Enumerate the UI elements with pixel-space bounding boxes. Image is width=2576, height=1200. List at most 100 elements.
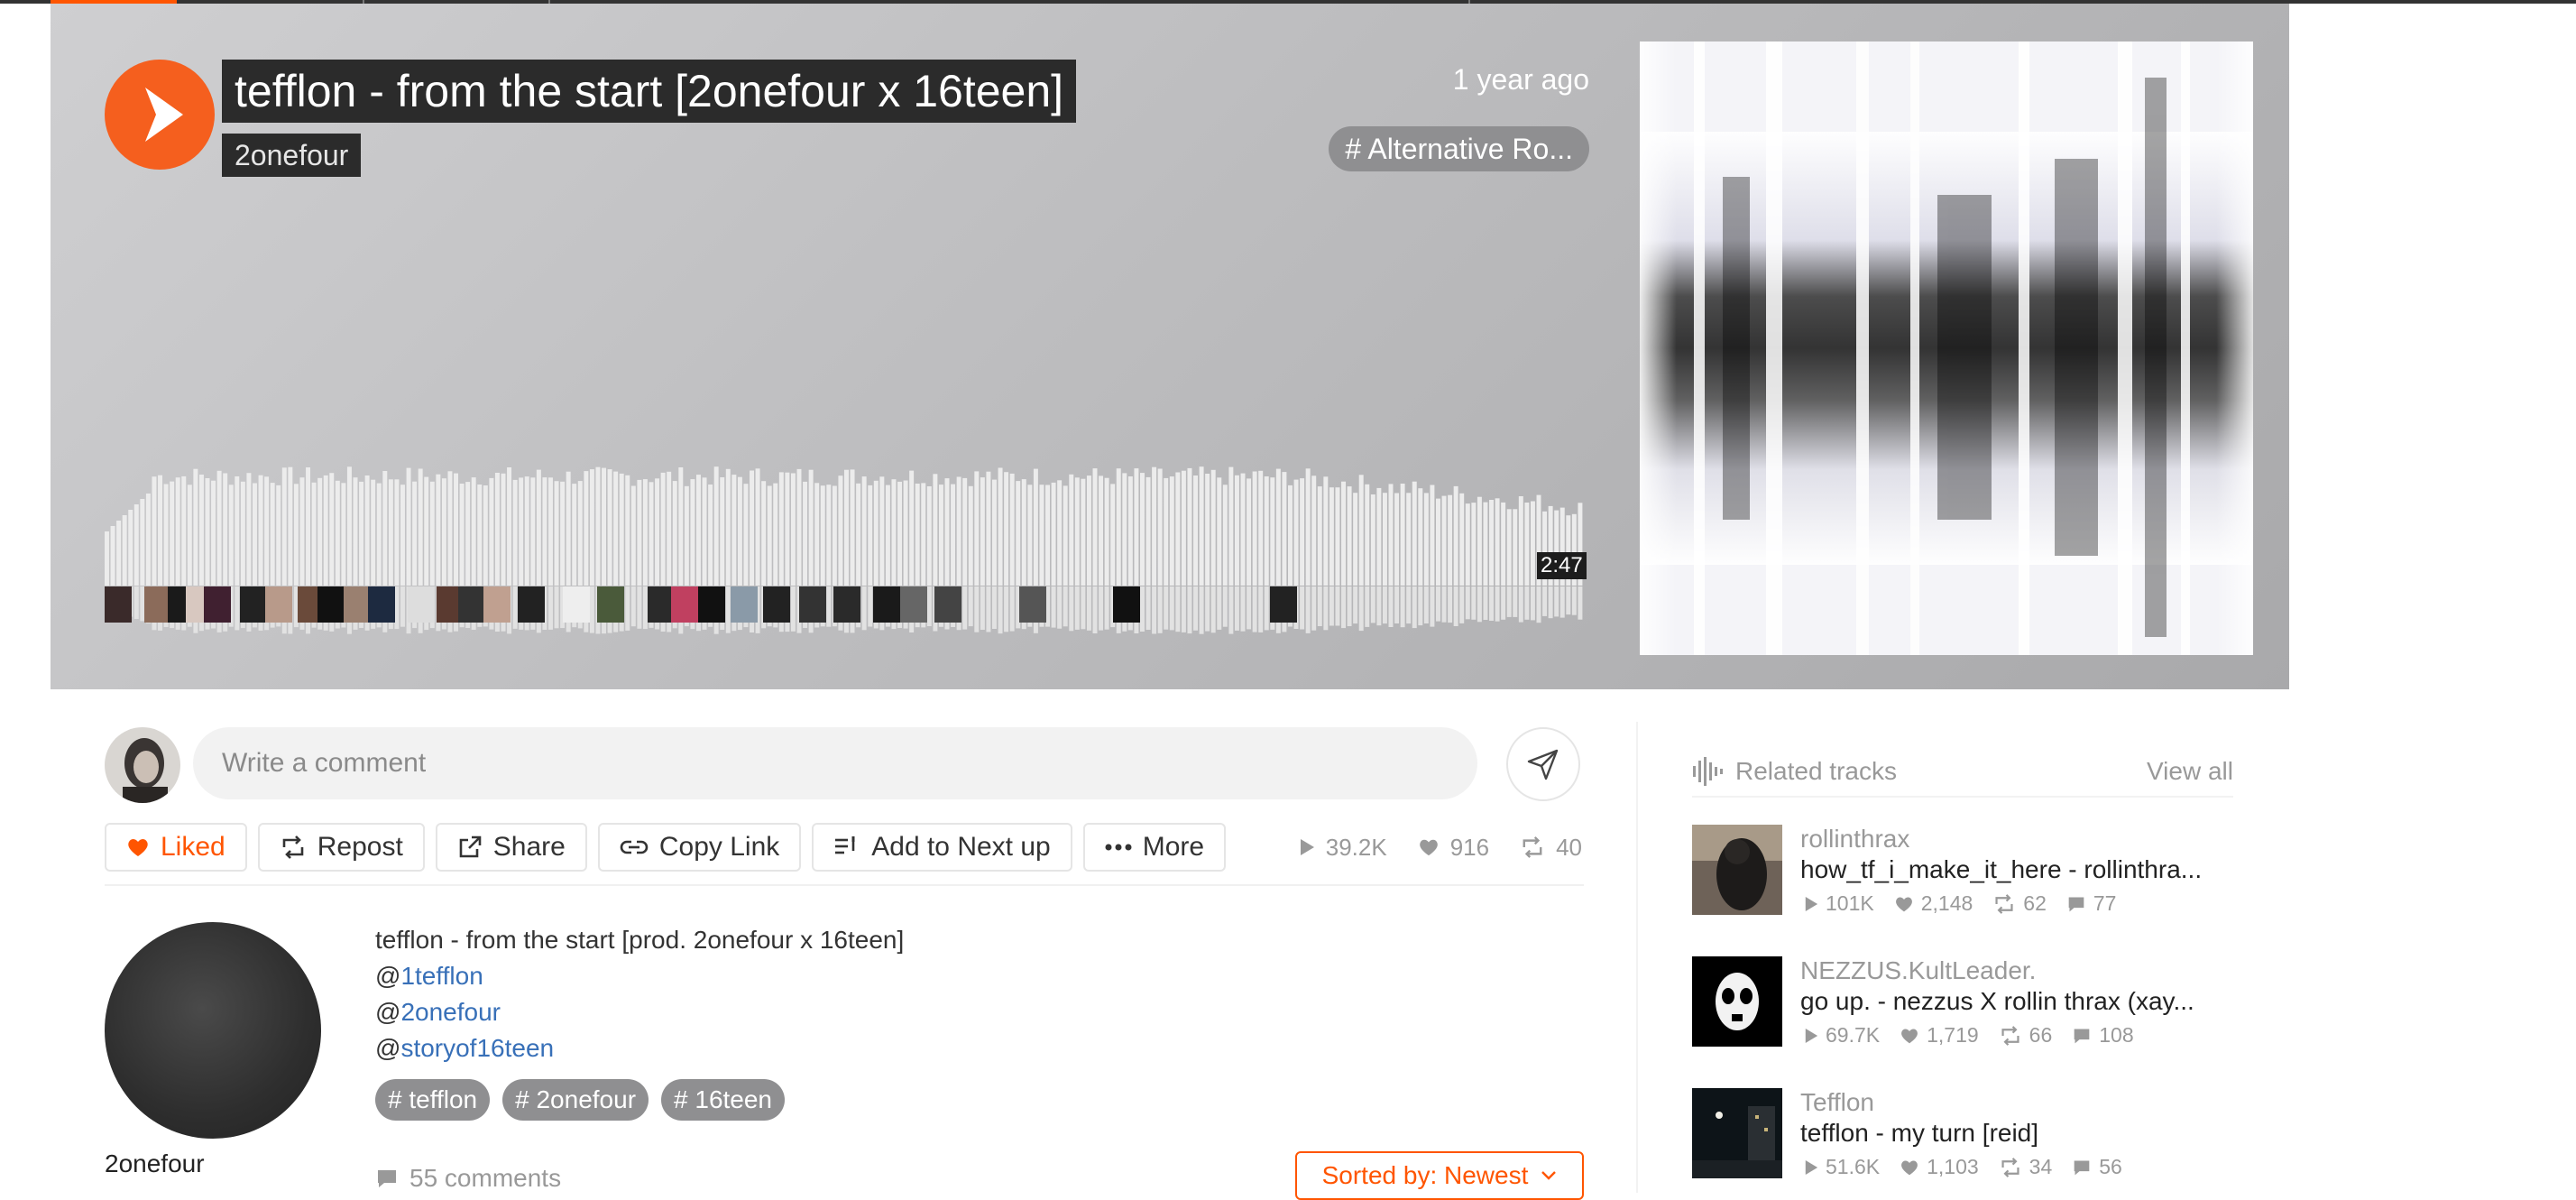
tag-16teen[interactable]: # 16teen: [661, 1079, 786, 1121]
likes-stat: 916: [1418, 834, 1489, 862]
heart-icon: [1419, 839, 1438, 856]
related-tracks-header: Related tracks View all: [1692, 747, 2233, 798]
track-title[interactable]: how_tf_i_make_it_here - rollinthra...: [1800, 855, 2202, 884]
related-track-item[interactable]: rollinthrax how_tf_i_make_it_here - roll…: [1692, 825, 2251, 924]
repost-icon: [282, 835, 304, 859]
heart-icon: [1901, 1029, 1918, 1043]
current-user-avatar[interactable]: [105, 727, 180, 803]
reposts-count: 40: [1556, 833, 1582, 861]
comments-count-label: 55 comments: [409, 1164, 562, 1192]
waveform-bars[interactable]: [105, 455, 1584, 635]
repost-button[interactable]: Repost: [257, 823, 425, 872]
comment-icon: [378, 1170, 396, 1187]
comments-value: 108: [2099, 1023, 2134, 1047]
play-icon: [145, 88, 183, 142]
comment-marker-avatar[interactable]: [763, 586, 790, 623]
track-stats: 101K 2,148 62 77: [1804, 891, 2116, 916]
mention-link-1tefflon[interactable]: 1tefflon: [400, 962, 483, 990]
comment-marker-avatar[interactable]: [934, 586, 961, 623]
heart-icon: [1901, 1160, 1918, 1175]
reposts-value: 66: [2029, 1023, 2053, 1047]
play-count-icon: [1300, 839, 1314, 855]
play-button[interactable]: [105, 60, 215, 170]
track-thumbnail[interactable]: [1692, 825, 1782, 915]
comment-marker-avatar[interactable]: [671, 586, 698, 623]
comment-marker-avatar[interactable]: [483, 586, 511, 623]
comment-marker-avatar[interactable]: [648, 586, 675, 623]
track-title[interactable]: tefflon - my turn [reid]: [1800, 1119, 2038, 1148]
track-title[interactable]: go up. - nezzus X rollin thrax (xay...: [1800, 987, 2194, 1016]
comment-marker-avatar[interactable]: [518, 586, 545, 623]
comment-marker-avatar[interactable]: [597, 586, 624, 623]
more-dots-icon: [1105, 844, 1132, 851]
comment-marker-avatar[interactable]: [368, 586, 395, 623]
comment-marker-avatar[interactable]: [408, 586, 435, 623]
plays-stat: 39.2K: [1299, 834, 1387, 862]
liked-label: Liked: [161, 832, 225, 862]
comment-marker-avatar[interactable]: [1019, 586, 1046, 623]
track-thumbnail[interactable]: [1692, 1088, 1782, 1178]
add-to-next-up-button[interactable]: Add to Next up: [812, 823, 1072, 872]
comment-marker-avatar[interactable]: [344, 586, 371, 623]
likes-value: 2,148: [1920, 891, 1973, 915]
comment-icon: [2074, 1160, 2090, 1175]
comment-marker-avatar[interactable]: [698, 586, 725, 623]
comment-marker-avatar[interactable]: [105, 586, 132, 623]
comment-marker-avatar[interactable]: [1270, 586, 1297, 623]
comment-marker-avatar[interactable]: [1113, 586, 1140, 623]
share-button[interactable]: Share: [435, 823, 587, 872]
comment-marker-avatar[interactable]: [833, 586, 860, 623]
uploader-name[interactable]: 2onefour: [105, 1149, 205, 1178]
description-line: tefflon - from the start [prod. 2onefour…: [375, 926, 905, 954]
track-user[interactable]: rollinthrax: [1800, 825, 1909, 854]
tag-tefflon[interactable]: # tefflon: [375, 1079, 491, 1121]
at-sign: @: [375, 998, 401, 1026]
comment-marker-avatar[interactable]: [900, 586, 927, 623]
comment-marker-avatar[interactable]: [458, 586, 485, 623]
sidebar-divider: [1636, 722, 1638, 1193]
heart-icon: [1895, 897, 1912, 911]
share-icon: [459, 835, 482, 858]
track-thumbnail[interactable]: [1692, 956, 1782, 1047]
comment-marker-avatar[interactable]: [873, 586, 900, 623]
comment-marker-avatar[interactable]: [265, 586, 292, 623]
comment-marker-avatar[interactable]: [240, 586, 267, 623]
likes-value: 1,103: [1927, 1155, 1979, 1178]
related-track-item[interactable]: Tefflon tefflon - my turn [reid] 51.6K 1…: [1692, 1088, 2251, 1187]
comment-marker-avatar[interactable]: [144, 586, 171, 623]
repost-icon: [1995, 893, 2013, 914]
send-comment-button[interactable]: [1506, 727, 1580, 801]
comment-marker-avatar[interactable]: [204, 586, 231, 623]
track-stats: 51.6K 1,103 34 56: [1804, 1155, 2122, 1179]
comment-marker-avatar[interactable]: [731, 586, 758, 623]
comment-icon: [2074, 1029, 2090, 1043]
comment-marker-avatar[interactable]: [317, 586, 345, 623]
view-all-link[interactable]: View all: [2147, 757, 2233, 786]
reposts-value: 34: [2029, 1155, 2053, 1178]
share-label: Share: [492, 832, 566, 862]
liked-button[interactable]: Liked: [105, 823, 247, 872]
chevron-down-icon: [1541, 1171, 1557, 1180]
comment-marker-avatar[interactable]: [563, 586, 590, 623]
track-user[interactable]: Tefflon: [1800, 1088, 1874, 1117]
mention-link-2onefour[interactable]: 2onefour: [400, 998, 501, 1026]
plays: 51.6K: [1804, 1155, 1880, 1179]
related-track-item[interactable]: NEZZUS.KultLeader. go up. - nezzus X rol…: [1692, 956, 2251, 1056]
mention-link-storyof16teen[interactable]: storyof16teen: [400, 1034, 554, 1062]
more-button[interactable]: More: [1082, 823, 1227, 872]
mention-line: @2onefour: [375, 994, 904, 1030]
heart-icon: [128, 839, 148, 856]
uploader-avatar[interactable]: [105, 922, 321, 1139]
tag-2onefour[interactable]: # 2onefour: [502, 1079, 649, 1121]
track-user[interactable]: NEZZUS.KultLeader.: [1800, 956, 2036, 985]
copy-link-button[interactable]: Copy Link: [597, 823, 802, 872]
comment-marker-avatar[interactable]: [799, 586, 826, 623]
genre-tag[interactable]: # Alternative Ro...: [1329, 126, 1589, 171]
track-description: tefflon - from the start [prod. 2onefour…: [375, 922, 904, 1066]
comment-input[interactable]: [193, 727, 1477, 799]
sort-label: Sorted by: Newest: [1321, 1161, 1529, 1189]
waveform[interactable]: [105, 455, 1584, 635]
link-icon: [620, 840, 649, 854]
send-icon: [1527, 749, 1559, 780]
track-artist-link[interactable]: 2onefour: [222, 134, 362, 177]
